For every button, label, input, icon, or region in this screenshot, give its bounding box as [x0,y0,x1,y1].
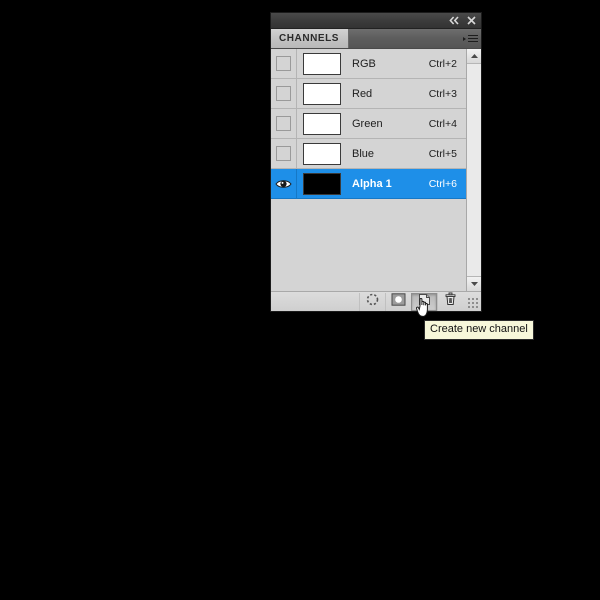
panel-tab-strip: CHANNELS [271,29,481,49]
channel-name-label: Blue [352,147,375,160]
channel-visibility-eye-icon[interactable] [271,168,297,199]
collapse-double-chevron-left-icon[interactable] [447,14,462,27]
channel-visibility-toggle[interactable] [271,48,297,79]
panel-menu-triangle-icon [462,36,466,41]
channel-list-scrollbar[interactable] [466,49,481,291]
channel-list: RGB Ctrl+2 Red Ctrl+3 Green Ctrl+4 Blue Ctrl+5 A… [271,48,466,291]
channel-thumbnail[interactable] [303,82,341,105]
channel-list-area: RGB Ctrl+2 Red Ctrl+3 Green Ctrl+4 Blue Ctrl+5 A… [271,48,481,291]
panel-title-bar-buttons [447,14,479,27]
visibility-empty-box [276,146,291,161]
channel-row[interactable]: Blue Ctrl+5 [271,138,466,169]
channel-name-label: Red [352,87,373,100]
delete-channel-button[interactable] [437,292,463,311]
mask-circle-icon [391,292,406,311]
channels-panel: CHANNELS RGB Ctrl+2 Red Ctrl+3 Green Ctrl+4 Bl… [270,12,482,312]
channel-visibility-toggle[interactable] [271,138,297,169]
tab-strip-filler [349,29,459,48]
channel-visibility-toggle[interactable] [271,78,297,109]
visibility-empty-box [276,56,291,71]
channel-thumbnail[interactable] [303,142,341,165]
channel-row[interactable]: Alpha 1 Ctrl+6 [271,168,466,199]
screen-background: CHANNELS RGB Ctrl+2 Red Ctrl+3 Green Ctrl+4 Bl… [0,0,600,600]
visibility-empty-box [276,86,291,101]
channel-name-label: Green [352,117,383,130]
channel-shortcut-label: Ctrl+5 [428,147,457,160]
channel-shortcut-label: Ctrl+4 [428,117,457,130]
channel-shortcut-label: Ctrl+2 [428,57,457,70]
channel-row[interactable]: Red Ctrl+3 [271,78,466,109]
channel-thumbnail[interactable] [303,112,341,135]
save-selection-as-channel-button[interactable] [385,292,411,311]
new-page-icon [418,293,431,311]
scroll-down-arrow-icon[interactable] [467,276,481,291]
channel-name-label: RGB [352,57,376,70]
channel-shortcut-label: Ctrl+6 [428,177,457,190]
channel-row[interactable]: Green Ctrl+4 [271,108,466,139]
dashed-circle-icon [366,293,379,311]
channel-row[interactable]: RGB Ctrl+2 [271,48,466,79]
tab-channels-label: CHANNELS [279,33,339,44]
resize-grip-icon[interactable] [466,296,478,308]
panel-menu-icon[interactable] [459,29,481,48]
scroll-up-arrow-icon[interactable] [467,49,481,64]
tab-channels[interactable]: CHANNELS [271,29,349,48]
channels-footer-toolbar [271,291,481,311]
scrollbar-track[interactable] [467,64,481,276]
panel-menu-lines-icon [467,34,478,43]
create-new-channel-button[interactable] [411,292,437,311]
tooltip: Create new channel [424,320,534,340]
visibility-empty-box [276,116,291,131]
panel-title-bar [271,13,481,29]
load-channel-as-selection-button[interactable] [359,292,385,311]
channel-thumbnail[interactable] [303,172,341,195]
channel-list-empty-space [271,199,466,291]
channel-visibility-toggle[interactable] [271,108,297,139]
close-icon[interactable] [464,14,479,27]
trash-icon [444,292,457,311]
channel-thumbnail[interactable] [303,52,341,75]
tooltip-text: Create new channel [430,323,528,335]
channel-shortcut-label: Ctrl+3 [428,87,457,100]
channel-name-label: Alpha 1 [352,177,392,190]
